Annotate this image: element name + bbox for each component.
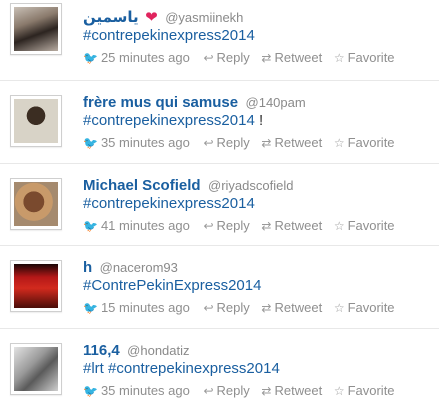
tweet-item: h @nacerom93 #ContrePekinExpress2014 🐦 15…	[0, 245, 439, 330]
retweet-label: Retweet	[274, 383, 323, 398]
tweet-item: ياسمين ❤ @yasmiinekh #contrepekinexpress…	[0, 0, 439, 84]
timestamp[interactable]: 35 minutes ago	[101, 383, 190, 398]
avatar[interactable]	[10, 178, 62, 230]
favorite-button[interactable]: ☆ Favorite	[334, 218, 395, 233]
retweet-icon: ⇄	[261, 136, 272, 150]
tweet-item: Michael Scofield @riyadscofield #contrep…	[0, 163, 439, 248]
tweet-actions: 🐦 15 minutes ago ↩ Reply ⇄ Retweet ☆ Favorit…	[83, 300, 439, 316]
favorite-label: Favorite	[347, 383, 395, 398]
favorite-label: Favorite	[347, 50, 395, 65]
avatar[interactable]	[10, 95, 62, 147]
bird-icon: 🐦	[83, 219, 98, 233]
tweet-item: frère mus qui samuse @140pam #contrepeki…	[0, 80, 439, 165]
hashtag-link[interactable]: #ContrePekinExpress2014	[83, 277, 261, 294]
reply-label: Reply	[216, 135, 250, 150]
retweet-label: Retweet	[274, 50, 323, 65]
reply-button[interactable]: ↩ Reply	[203, 383, 249, 398]
bird-icon: 🐦	[83, 301, 98, 315]
tweet-feed: ياسمين ❤ @yasmiinekh #contrepekinexpress…	[0, 0, 439, 404]
reply-icon: ↩	[203, 219, 214, 233]
reply-icon: ↩	[203, 301, 214, 315]
retweet-label: Retweet	[274, 135, 323, 150]
retweet-label: Retweet	[274, 300, 323, 315]
retweet-button[interactable]: ⇄ Retweet	[261, 300, 322, 315]
user-handle[interactable]: @140pam	[246, 95, 306, 110]
tweet-actions: 🐦 41 minutes ago ↩ Reply ⇄ Retweet ☆ Favorit…	[83, 218, 439, 234]
reply-button[interactable]: ↩ Reply	[203, 300, 249, 315]
tweet-actions: 🐦 25 minutes ago ↩ Reply ⇄ Retweet ☆ Favorit…	[83, 50, 439, 66]
timestamp[interactable]: 25 minutes ago	[101, 50, 190, 65]
retweet-icon: ⇄	[261, 384, 272, 398]
user-name[interactable]: 116,4	[83, 342, 120, 359]
reply-label: Reply	[216, 50, 250, 65]
favorite-icon: ☆	[333, 301, 345, 315]
user-handle[interactable]: @hondatiz	[127, 343, 189, 358]
tweet-text: #contrepekinexpress2014	[83, 195, 439, 213]
tweet-text: #contrepekinexpress2014 !	[83, 112, 439, 130]
user-name[interactable]: ياسمين	[83, 9, 139, 26]
reply-button[interactable]: ↩ Reply	[203, 218, 249, 233]
user-name[interactable]: h	[83, 259, 92, 276]
favorite-button[interactable]: ☆ Favorite	[334, 135, 395, 150]
hashtag-link[interactable]: #contrepekinexpress2014	[83, 195, 255, 212]
tweet-text: #ContrePekinExpress2014	[83, 277, 439, 295]
heart-icon: ❤	[145, 9, 158, 26]
tweet-actions: 🐦 35 minutes ago ↩ Reply ⇄ Retweet ☆ Favorit…	[83, 383, 439, 399]
favorite-label: Favorite	[347, 218, 395, 233]
timestamp[interactable]: 35 minutes ago	[101, 135, 190, 150]
retweet-button[interactable]: ⇄ Retweet	[261, 218, 322, 233]
reply-icon: ↩	[203, 384, 214, 398]
favorite-icon: ☆	[333, 219, 345, 233]
reply-icon: ↩	[203, 136, 214, 150]
avatar[interactable]	[10, 260, 62, 312]
retweet-icon: ⇄	[261, 219, 272, 233]
retweet-icon: ⇄	[261, 301, 272, 315]
hashtag-link[interactable]: #contrepekinexpress2014	[83, 27, 255, 44]
user-name[interactable]: frère mus qui samuse	[83, 94, 238, 111]
favorite-label: Favorite	[347, 300, 395, 315]
favorite-button[interactable]: ☆ Favorite	[334, 300, 395, 315]
user-name[interactable]: Michael Scofield	[83, 177, 201, 194]
retweet-icon: ⇄	[261, 51, 272, 65]
reply-icon: ↩	[203, 51, 214, 65]
reply-label: Reply	[216, 383, 250, 398]
bird-icon: 🐦	[83, 136, 98, 150]
hashtag-link[interactable]: #contrepekinexpress2014	[83, 112, 255, 129]
reply-button[interactable]: ↩ Reply	[203, 50, 249, 65]
favorite-icon: ☆	[333, 384, 345, 398]
bird-icon: 🐦	[83, 51, 98, 65]
reply-label: Reply	[216, 300, 250, 315]
tweet-actions: 🐦 35 minutes ago ↩ Reply ⇄ Retweet ☆ Favorit…	[83, 135, 439, 151]
hashtag-link[interactable]: #lrt #contrepekinexpress2014	[83, 360, 280, 377]
retweet-button[interactable]: ⇄ Retweet	[261, 383, 322, 398]
retweet-button[interactable]: ⇄ Retweet	[261, 50, 322, 65]
user-handle[interactable]: @nacerom93	[100, 260, 178, 275]
favorite-label: Favorite	[347, 135, 395, 150]
tweet-item: 116,4 @hondatiz #lrt #contrepekinexpress…	[0, 328, 439, 413]
avatar[interactable]	[10, 3, 62, 55]
tweet-text: #lrt #contrepekinexpress2014	[83, 360, 439, 378]
retweet-button[interactable]: ⇄ Retweet	[261, 135, 322, 150]
tweet-text: #contrepekinexpress2014	[83, 27, 439, 45]
bird-icon: 🐦	[83, 384, 98, 398]
reply-label: Reply	[216, 218, 250, 233]
timestamp[interactable]: 41 minutes ago	[101, 218, 190, 233]
favorite-button[interactable]: ☆ Favorite	[334, 383, 395, 398]
timestamp[interactable]: 15 minutes ago	[101, 300, 190, 315]
avatar[interactable]	[10, 343, 62, 395]
user-handle[interactable]: @yasmiinekh	[165, 10, 243, 25]
tweet-text-suffix: !	[254, 112, 264, 129]
favorite-icon: ☆	[333, 51, 345, 65]
retweet-label: Retweet	[274, 218, 323, 233]
favorite-button[interactable]: ☆ Favorite	[334, 50, 395, 65]
user-handle[interactable]: @riyadscofield	[208, 178, 293, 193]
reply-button[interactable]: ↩ Reply	[203, 135, 249, 150]
favorite-icon: ☆	[333, 136, 345, 150]
